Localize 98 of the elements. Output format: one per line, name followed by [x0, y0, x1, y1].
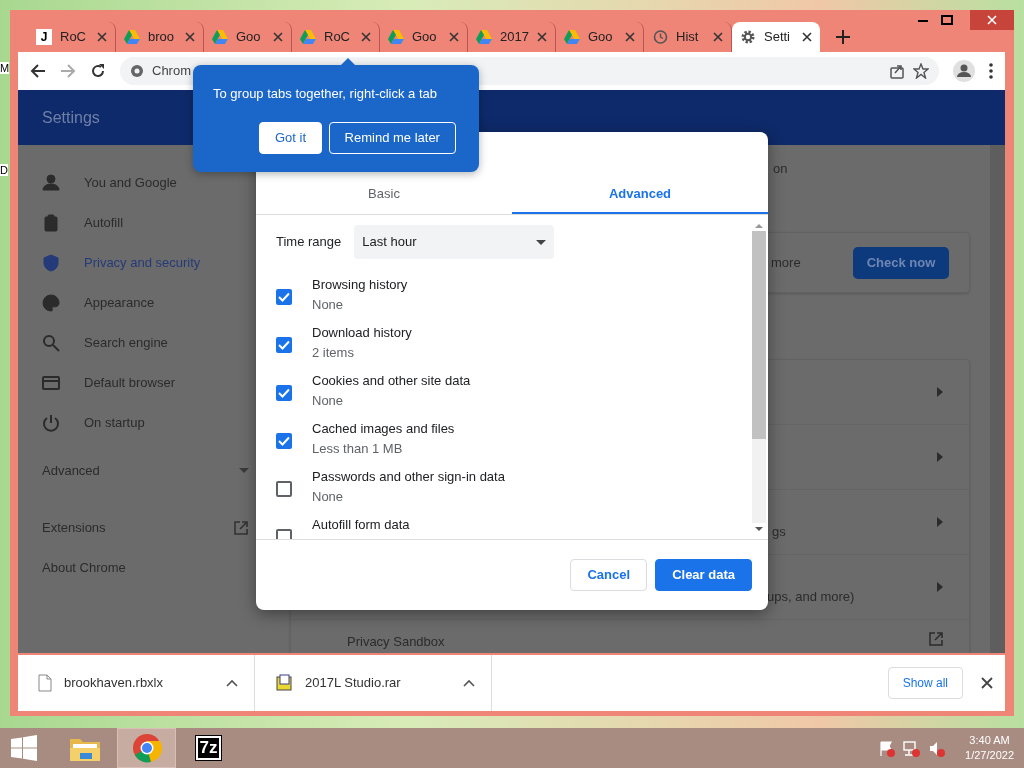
option-label: Browsing history	[312, 277, 408, 293]
site-icon	[130, 64, 144, 78]
dialog-tab[interactable]: Advanced	[512, 175, 768, 214]
new-tab-icon[interactable]	[836, 30, 850, 44]
download-item[interactable]: 2017L Studio.rar	[255, 655, 492, 711]
chevron-icon	[937, 517, 943, 527]
checkbox[interactable]	[276, 289, 292, 305]
file-name: brookhaven.rbxlx	[64, 674, 164, 693]
external-link-icon	[929, 632, 943, 646]
desktop-icon-label: M	[0, 62, 10, 74]
page-title: Settings	[42, 107, 100, 128]
clipboard-icon	[42, 214, 60, 232]
text-fragment: ups, and more)	[767, 588, 855, 607]
file-name: 2017L Studio.rar	[305, 674, 402, 693]
drive-icon	[564, 30, 580, 44]
checkbox[interactable]	[276, 481, 292, 497]
close-icon[interactable]	[981, 677, 993, 689]
text-fragment: Privacy Sandbox	[347, 633, 445, 651]
cancel-button[interactable]: Cancel	[570, 559, 648, 591]
option-label: Download history	[312, 325, 412, 341]
taskbar-app[interactable]	[117, 728, 176, 768]
maximize-icon[interactable]	[941, 15, 953, 25]
tab-title: RoC	[60, 28, 87, 47]
address-text: Chrom	[152, 62, 191, 81]
reload-icon[interactable]	[90, 63, 106, 79]
menu-icon[interactable]	[989, 63, 993, 79]
option-label: Cookies and other site data	[312, 373, 471, 389]
option-label: Autofill form data	[312, 517, 410, 533]
power-icon	[42, 414, 60, 432]
palette-icon	[42, 294, 60, 312]
file-icon	[38, 674, 52, 692]
close-icon[interactable]	[802, 32, 812, 42]
text-fragment: on	[773, 161, 788, 176]
tab-title: 2017	[500, 28, 529, 47]
chevron-icon	[937, 387, 943, 397]
chevron-icon	[937, 582, 943, 592]
field-label: Time range	[276, 233, 342, 252]
desktop-icon-label: D	[0, 164, 8, 176]
drive-icon	[300, 30, 316, 44]
search-icon	[42, 334, 60, 352]
remind-later-button[interactable]: Remind me later	[328, 121, 456, 154]
tab-title: Goo	[236, 28, 262, 47]
text-fragment: gs	[772, 523, 786, 542]
star-icon[interactable]	[913, 63, 929, 79]
person-icon	[42, 174, 60, 192]
show-all-button[interactable]: Show all	[887, 667, 963, 699]
profile-icon[interactable]	[953, 60, 975, 82]
favicon: J	[36, 29, 52, 45]
taskbar-app[interactable]: 7z	[179, 728, 238, 768]
caret-icon[interactable]	[226, 679, 238, 687]
checkbox[interactable]	[276, 433, 292, 449]
option-detail: None	[312, 489, 345, 505]
tab-title: Goo	[412, 28, 438, 47]
chevron-icon	[937, 452, 943, 462]
tooltip-text: To group tabs together, right-click a tab	[213, 85, 438, 103]
tab-title: Goo	[588, 28, 614, 47]
chrome-icon	[131, 733, 162, 763]
drive-icon	[212, 30, 228, 44]
option-detail: None	[312, 393, 345, 409]
close-icon	[987, 15, 997, 25]
scrollbar[interactable]	[990, 145, 1005, 653]
option-label: Passwords and other sign-in data	[312, 469, 505, 485]
option-detail: 2 items	[312, 345, 355, 361]
shield-icon	[42, 254, 60, 272]
browser-tab[interactable]: Setti	[732, 22, 820, 52]
tab-title: Setti	[764, 28, 791, 47]
got-it-button[interactable]: Got it	[259, 121, 323, 154]
windows-start-icon[interactable]	[11, 735, 37, 761]
archive-icon	[275, 674, 293, 692]
option-detail: Less than 1 MB	[312, 441, 404, 457]
history-icon	[652, 29, 668, 45]
caret-icon	[536, 239, 547, 245]
browser-window-icon	[42, 374, 60, 392]
back-icon[interactable]	[30, 63, 46, 79]
drive-icon	[124, 30, 140, 44]
settings-icon	[740, 29, 756, 45]
check-now-button[interactable]: Check now	[853, 246, 949, 279]
tab-title: RoC	[324, 28, 351, 47]
option-label: Cached images and files	[312, 421, 455, 437]
network-icon[interactable]	[903, 739, 921, 757]
drive-icon	[388, 30, 404, 44]
text-fragment: more	[771, 253, 801, 272]
7zip-icon: 7z	[195, 736, 222, 760]
clock[interactable]: 3:40 AM 1/27/2022	[965, 733, 1014, 763]
caret-icon[interactable]	[463, 679, 475, 687]
time-range-select[interactable]: Last hour	[354, 225, 555, 259]
share-icon[interactable]	[889, 63, 905, 79]
close-button[interactable]	[970, 10, 1014, 30]
checkbox[interactable]	[276, 385, 292, 401]
download-item[interactable]: brookhaven.rbxlx	[18, 655, 255, 711]
flag-icon[interactable]	[878, 739, 896, 757]
external-link-icon	[233, 520, 249, 536]
clear-data-button[interactable]: Clear data	[655, 559, 752, 591]
option-detail: None	[312, 297, 345, 313]
tab-title: broo	[148, 28, 176, 47]
tab-title: Hist	[676, 28, 700, 47]
checkbox[interactable]	[276, 337, 292, 353]
drive-icon	[476, 30, 492, 44]
